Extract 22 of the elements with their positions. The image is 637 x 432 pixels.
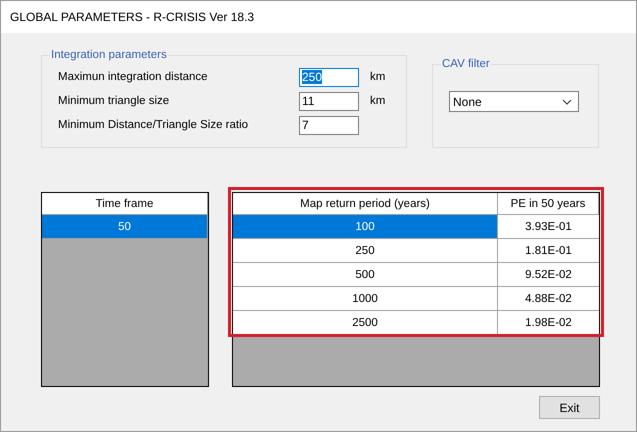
table-cell[interactable]: 250 (233, 239, 498, 263)
dropdown[interactable]: None (449, 91, 579, 112)
field-label: Minimum triangle size (58, 95, 170, 107)
column-header: Map return period (years) (233, 193, 498, 215)
field-label: Minimum Distance/Triangle Size ratio (58, 119, 250, 131)
input-field[interactable]: 7 (299, 116, 359, 134)
window-title: GLOBAL PARAMETERS - R-CRISIS Ver 18.3 (10, 10, 254, 24)
column-header: PE in 50 years (498, 193, 599, 215)
input-field[interactable]: 11 (299, 92, 359, 110)
table-cell[interactable]: 1000 (233, 287, 498, 311)
input-field[interactable]: 250 (299, 68, 359, 86)
table-cell[interactable]: 500 (233, 263, 498, 287)
group-title: Integration parameters (50, 49, 168, 61)
table-cell[interactable]: 100 (233, 215, 498, 239)
unit-label: km (370, 95, 386, 107)
chevron-down-icon (562, 98, 572, 104)
field-label: Maximun integration distance (58, 71, 209, 83)
table-cell[interactable]: 50 (42, 215, 208, 239)
column-header: Time frame (42, 193, 208, 215)
exit-button[interactable]: Exit (539, 396, 600, 419)
group-title: CAV filter (441, 58, 491, 70)
unit-label: km (370, 71, 386, 83)
